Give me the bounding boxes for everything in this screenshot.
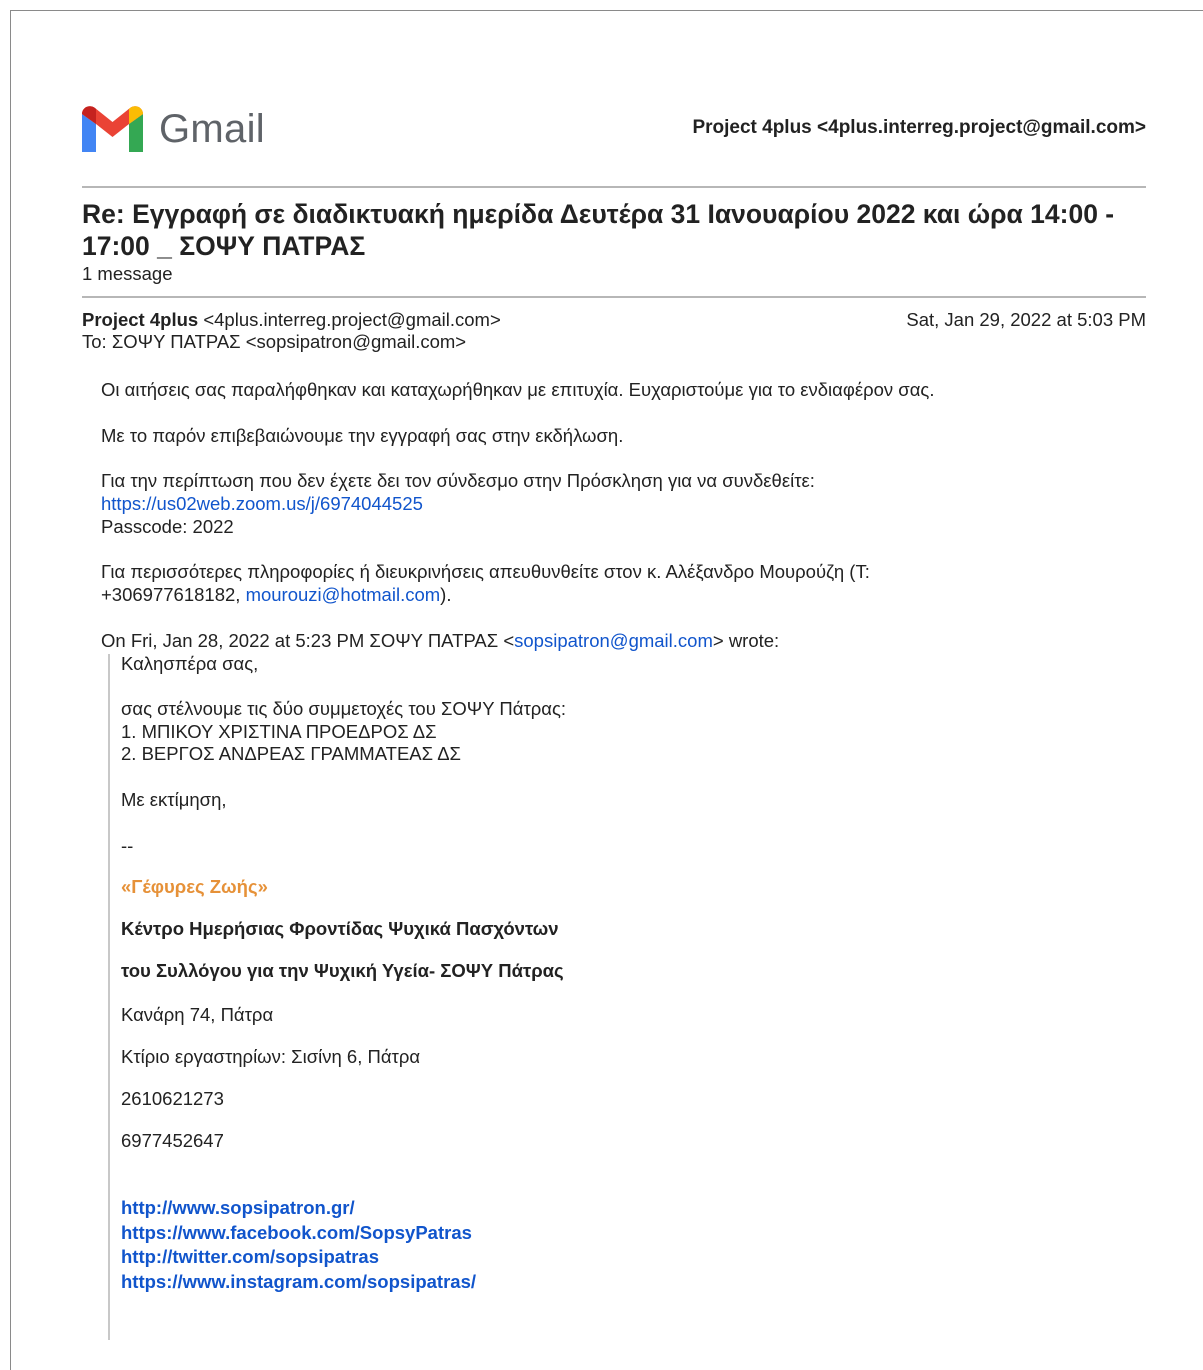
contact-phone: +306977618182, (101, 584, 246, 605)
recipient-line: To: ΣΟΨΥ ΠΑΤΡΑΣ <sopsipatron@gmail.com> (82, 331, 467, 352)
message-date: Sat, Jan 29, 2022 at 5:03 PM (906, 309, 1146, 330)
quoted-list-item: 1. ΜΠΙΚΟΥ ΧΡΙΣΤΙΝΑ ΠΡΟΕΔΡΟΣ ΔΣ (121, 721, 437, 742)
quote-header-text: On Fri, Jan 28, 2022 at 5:23 PM ΣΟΨΥ ΠΑΤ… (101, 630, 515, 651)
divider (82, 296, 1146, 298)
contact-email-link[interactable]: mourouzi@hotmail.com (246, 584, 441, 605)
signature-separator: -- (121, 835, 134, 856)
sender-email: <4plus.interreg.project@gmail.com> (203, 309, 501, 330)
gmail-logo: Gmail (82, 103, 265, 155)
signature-instagram-link[interactable]: https://www.instagram.com/sopsipatras/ (121, 1271, 476, 1293)
account-email: Project 4plus <4plus.interreg.project@gm… (692, 117, 1146, 138)
signature-phone: 2610621273 (121, 1088, 224, 1109)
signature-phone: 6977452647 (121, 1130, 224, 1151)
passcode-text: Passcode: 2022 (101, 516, 234, 537)
signature-address: Κανάρη 74, Πάτρα (121, 1004, 274, 1025)
message-count: 1 message (82, 263, 173, 284)
quote-header-suffix: > wrote: (712, 630, 780, 651)
signature-address: Κτίριο εργαστηρίων: Σισίνη 6, Πάτρα (121, 1046, 421, 1067)
quote-header: On Fri, Jan 28, 2022 at 5:23 PM ΣΟΨΥ ΠΑΤ… (101, 630, 779, 653)
divider (82, 186, 1146, 188)
quoted-closing: Με εκτίμηση, (121, 789, 227, 810)
body-paragraph: Οι αιτήσεις σας παραλήφθηκαν και καταχωρ… (101, 379, 935, 400)
body-paragraph: Για την περίπτωση που δεν έχετε δει τον … (101, 470, 815, 491)
signature-twitter-link[interactable]: http://twitter.com/sopsipatras (121, 1246, 379, 1268)
quoted-list-item: 2. ΒΕΡΓΟΣ ΑΝΔΡΕΑΣ ΓΡΑΜΜΑΤΕΑΣ ΔΣ (121, 743, 461, 764)
body-paragraph: Για περισσότερες πληροφορίες ή διευκρινή… (101, 561, 870, 582)
gmail-m-icon (82, 106, 143, 152)
signature-org-line: του Συλλόγου για την Ψυχική Υγεία- ΣΟΨΥ … (121, 960, 564, 981)
signature-facebook-link[interactable]: https://www.facebook.com/SopsyPatras (121, 1222, 472, 1244)
quote-sender-email-link[interactable]: sopsipatron@gmail.com (514, 630, 713, 651)
signature-website-link[interactable]: http://www.sopsipatron.gr/ (121, 1197, 355, 1219)
quoted-intro: σας στέλνουμε τις δύο συμμετοχές του ΣΟΨ… (121, 698, 567, 719)
contact-line: +306977618182, mourouzi@hotmail.com). (101, 584, 451, 607)
sender-name: Project 4plus (82, 309, 199, 330)
contact-suffix: ). (440, 584, 452, 605)
sender-line: Project 4plus <4plus.interreg.project@gm… (82, 309, 501, 331)
print-header: Gmail Project 4plus <4plus.interreg.proj… (82, 103, 1146, 155)
gmail-wordmark: Gmail (159, 107, 265, 151)
signature-brand: «Γέφυρες Ζωής» (121, 876, 268, 897)
zoom-link[interactable]: https://us02web.zoom.us/j/6974044525 (101, 493, 423, 516)
quoted-greeting: Καλησπέρα σας, (121, 653, 259, 674)
signature-org-line: Κέντρο Ημερήσιας Φροντίδας Ψυχικά Πασχόν… (121, 918, 559, 939)
body-paragraph: Με το παρόν επιβεβαιώνουμε την εγγραφή σ… (101, 425, 624, 446)
quote-bar (108, 654, 110, 1340)
thread-subject: Re: Εγγραφή σε διαδικτυακή ημερίδα Δευτέ… (82, 199, 1115, 261)
